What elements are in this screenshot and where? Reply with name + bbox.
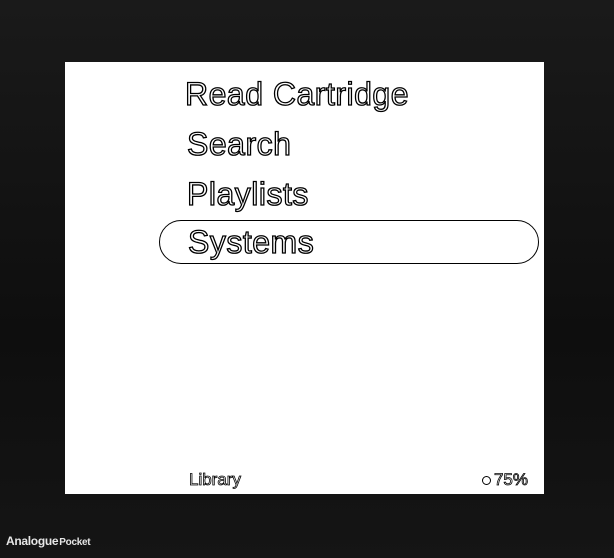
menu-item-systems[interactable]: Systems bbox=[159, 220, 539, 264]
brand-name: Analogue bbox=[6, 534, 59, 548]
battery-indicator: 75% bbox=[481, 470, 529, 490]
menu-item-label: Search bbox=[186, 125, 292, 162]
device-bezel: Read Cartridge Search Playlists Systems … bbox=[0, 0, 614, 558]
model-name: Pocket bbox=[59, 537, 91, 548]
menu-item-read-cartridge[interactable]: Read Cartridge bbox=[184, 72, 409, 116]
brand-logo: AnaloguePocket bbox=[6, 534, 91, 548]
battery-percent: 75% bbox=[493, 470, 529, 490]
menu-item-playlists[interactable]: Playlists bbox=[186, 172, 309, 216]
status-bar: Library 75% bbox=[65, 468, 544, 494]
menu-item-label: Systems bbox=[187, 223, 315, 260]
menu-item-label: Read Cartridge bbox=[184, 75, 409, 112]
battery-icon bbox=[481, 475, 491, 485]
menu-item-search[interactable]: Search bbox=[186, 122, 292, 166]
menu-item-label: Playlists bbox=[186, 175, 309, 212]
screen: Read Cartridge Search Playlists Systems … bbox=[65, 62, 544, 494]
section-label: Library bbox=[189, 470, 242, 490]
